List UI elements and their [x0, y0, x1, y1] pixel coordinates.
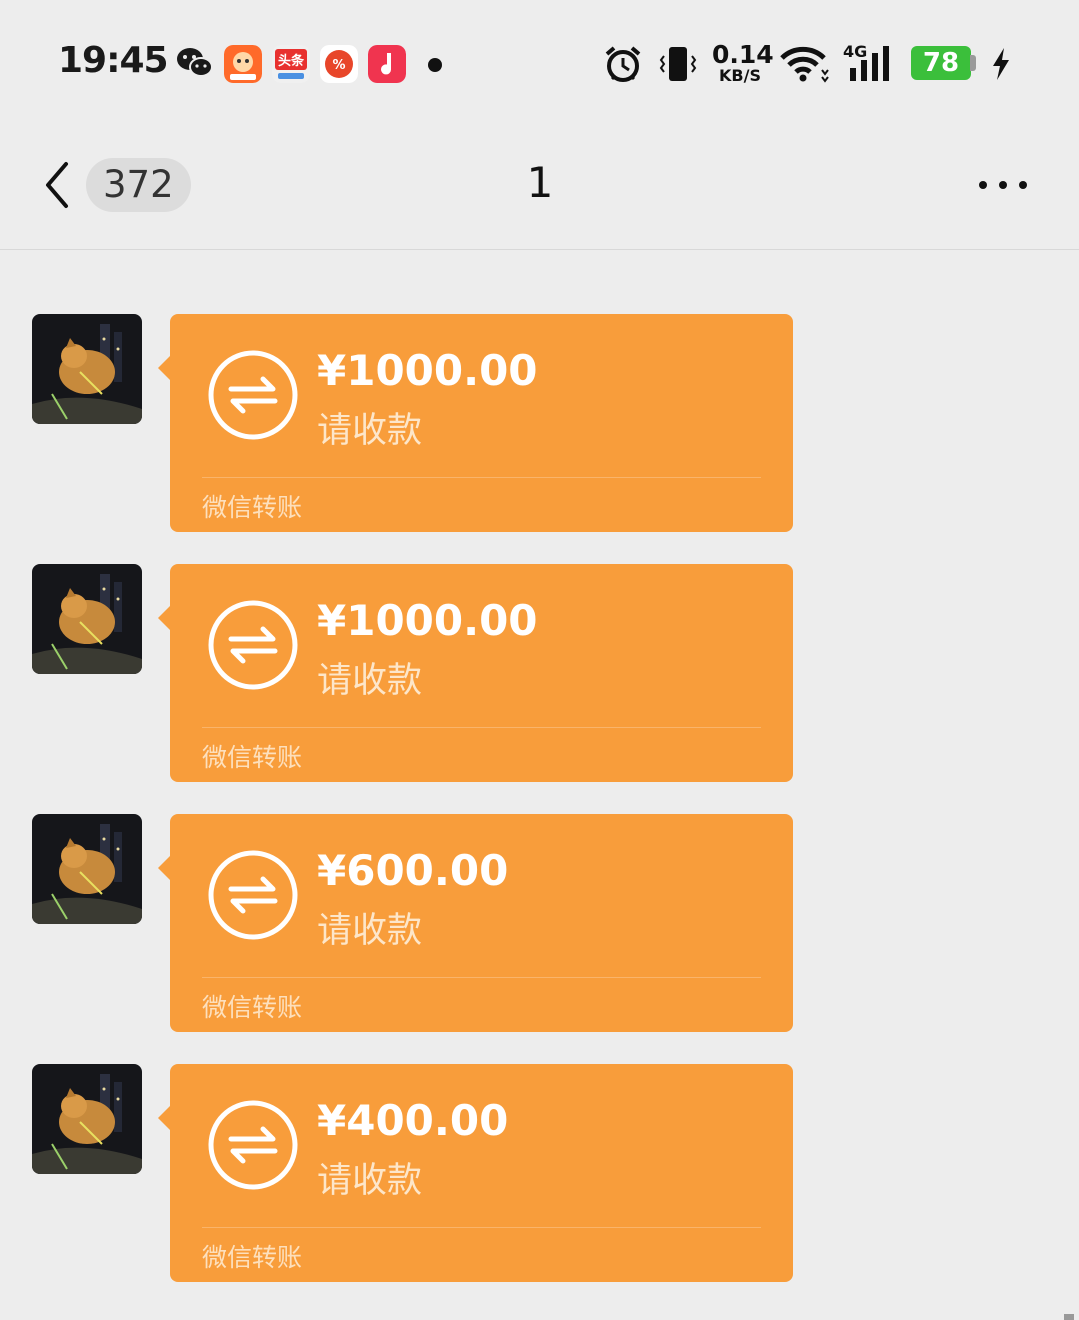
- scroll-indicator: [1064, 1314, 1074, 1320]
- transfer-card[interactable]: ¥1000.00 请收款 微信转账: [158, 314, 793, 532]
- network-speed: 0.14 KB/S: [712, 40, 774, 85]
- bubble-tail: [158, 606, 170, 630]
- card-divider: [202, 477, 761, 478]
- taobao-icon: [224, 45, 262, 83]
- network-speed-value: 0.14: [712, 40, 774, 69]
- unread-count-badge[interactable]: 372: [86, 158, 191, 212]
- charging-icon: [993, 48, 1009, 80]
- message-row: ¥600.00 请收款 微信转账: [0, 814, 1079, 1034]
- avatar[interactable]: [32, 1064, 142, 1174]
- transfer-card[interactable]: ¥1000.00 请收款 微信转账: [158, 564, 793, 782]
- svg-text:头条: 头条: [278, 53, 305, 69]
- transfer-amount: ¥1000.00: [317, 346, 538, 395]
- transfer-amount: ¥1000.00: [317, 596, 538, 645]
- transfer-icon: [208, 1100, 298, 1190]
- transfer-status: 请收款: [317, 1161, 423, 1201]
- card-divider: [202, 1227, 761, 1228]
- bubble-tail: [158, 856, 170, 880]
- message-row: ¥1000.00 请收款 微信转账: [0, 564, 1079, 784]
- status-bar: 19:45 头条 % 0.14 KB/S 4G 78: [0, 0, 1079, 120]
- signal-icon: [850, 46, 889, 81]
- toutiao-icon: 头条: [272, 45, 310, 83]
- alarm-icon: [605, 46, 641, 82]
- svg-text:%: %: [332, 58, 345, 73]
- message-row: ¥1000.00 请收款 微信转账: [0, 314, 1079, 534]
- shopping-app-icon: %: [320, 45, 358, 83]
- bubble-tail: [158, 1106, 170, 1130]
- transfer-amount: ¥600.00: [317, 846, 509, 895]
- network-speed-unit: KB/S: [719, 66, 761, 85]
- music-icon: [368, 45, 406, 83]
- notification-dot: [428, 58, 442, 72]
- wifi-icon: [780, 46, 829, 83]
- more-options-button[interactable]: [970, 168, 1036, 202]
- transfer-footer-label: 微信转账: [202, 743, 303, 772]
- avatar[interactable]: [32, 814, 142, 924]
- transfer-footer-label: 微信转账: [202, 993, 303, 1022]
- avatar[interactable]: [32, 564, 142, 674]
- transfer-icon: [208, 350, 298, 440]
- chat-title: 1: [526, 158, 554, 207]
- status-time: 19:45: [58, 40, 169, 81]
- transfer-icon: [208, 850, 298, 940]
- avatar[interactable]: [32, 314, 142, 424]
- transfer-status: 请收款: [317, 661, 423, 701]
- transfer-icon: [208, 600, 298, 690]
- card-divider: [202, 977, 761, 978]
- card-divider: [202, 727, 761, 728]
- transfer-card[interactable]: ¥600.00 请收款 微信转账: [158, 814, 793, 1032]
- battery-indicator: 78: [911, 46, 971, 80]
- vibrate-icon: [659, 47, 697, 81]
- wechat-icon: [177, 48, 213, 77]
- transfer-card[interactable]: ¥400.00 请收款 微信转账: [158, 1064, 793, 1282]
- chat-header: 372 1: [0, 120, 1079, 250]
- transfer-amount: ¥400.00: [317, 1096, 509, 1145]
- transfer-footer-label: 微信转账: [202, 493, 303, 522]
- transfer-status: 请收款: [317, 411, 423, 451]
- message-row: ¥400.00 请收款 微信转账: [0, 1064, 1079, 1284]
- battery-tip: [970, 55, 976, 71]
- back-button[interactable]: [38, 158, 78, 212]
- transfer-status: 请收款: [317, 911, 423, 951]
- bubble-tail: [158, 356, 170, 380]
- transfer-footer-label: 微信转账: [202, 1243, 303, 1272]
